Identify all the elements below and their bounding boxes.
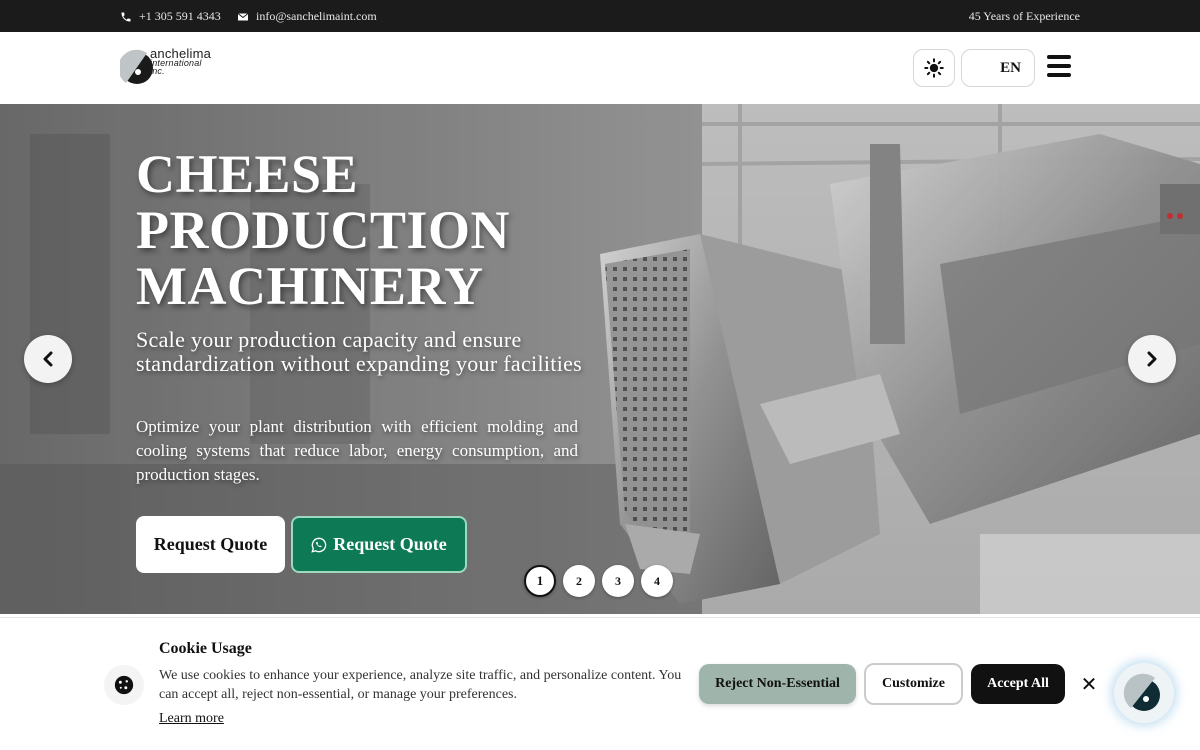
whatsapp-quote-button[interactable]: Request Quote [291, 516, 467, 573]
hero-slider: CHEESE PRODUCTION MACHINERY Scale your p… [0, 104, 1200, 614]
slide-dot-4[interactable]: 4 [641, 565, 673, 597]
hero-subtitle: Scale your production capacity and ensur… [136, 327, 583, 376]
hero-title: CHEESE PRODUCTION MACHINERY [136, 144, 511, 316]
chevron-left-icon [43, 351, 53, 367]
sun-icon [924, 58, 944, 78]
learn-more-link[interactable]: Learn more [159, 711, 224, 727]
email-contact[interactable]: info@sanchelimaint.com [237, 9, 377, 24]
site-header: anchelima international inc. EN [0, 32, 1200, 104]
whatsapp-icon [311, 537, 327, 553]
slider-pagination: 1 2 3 4 [524, 565, 673, 597]
cookie-description: We use cookies to enhance your experienc… [159, 668, 682, 702]
close-icon[interactable]: ✕ [1078, 672, 1100, 696]
site-logo[interactable]: anchelima international inc. [120, 46, 220, 92]
language-selector[interactable]: EN [961, 49, 1035, 87]
logo-text: anchelima international inc. [150, 46, 212, 76]
logo-mark-icon [120, 49, 153, 84]
theme-toggle-button[interactable] [913, 49, 955, 87]
reject-non-essential-button[interactable]: Reject Non-Essential [699, 664, 856, 704]
top-bar: +1 305 591 4343 info@sanchelimaint.com 4… [0, 0, 1200, 32]
slider-prev-button[interactable] [24, 335, 72, 383]
hero-description: Optimize your plant distribution with ef… [136, 417, 578, 484]
accept-all-button[interactable]: Accept All [971, 664, 1065, 704]
email-address: info@sanchelimaint.com [256, 9, 377, 23]
logo-mark-icon [1123, 673, 1160, 711]
envelope-icon [237, 12, 249, 20]
slide-dot-2[interactable]: 2 [563, 565, 595, 597]
slide-dot-3[interactable]: 3 [602, 565, 634, 597]
floating-chat-button[interactable] [1114, 663, 1174, 723]
slide-dot-1[interactable]: 1 [524, 565, 556, 597]
phone-icon [121, 12, 131, 21]
experience-text: 45 Years of Experience [968, 9, 1080, 23]
slider-next-button[interactable] [1128, 335, 1176, 383]
phone-contact[interactable]: +1 305 591 4343 [120, 9, 221, 24]
cookie-banner: Cookie Usage We use cookies to enhance y… [0, 617, 1200, 750]
customize-button[interactable]: Customize [864, 663, 963, 705]
request-quote-button[interactable]: Request Quote [136, 516, 285, 573]
phone-number: +1 305 591 4343 [139, 9, 221, 23]
hamburger-menu-button[interactable] [1047, 55, 1075, 81]
cookie-icon [104, 665, 144, 705]
chevron-right-icon [1147, 351, 1157, 367]
cookie-title: Cookie Usage [159, 640, 252, 657]
hamburger-icon [1047, 55, 1071, 59]
